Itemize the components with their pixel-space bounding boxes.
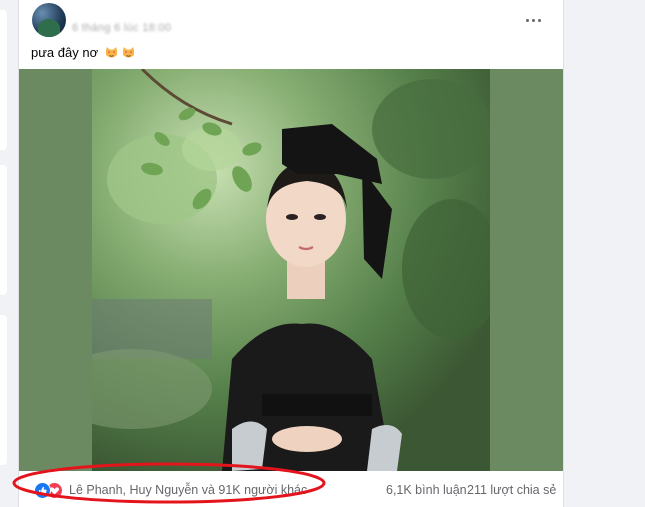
share-count[interactable]: 211 lượt chia sẻ [467,483,556,497]
reaction-names[interactable]: Lê Phanh, Huy Nguyễn và 91K người khác [69,483,307,497]
reactions-bar: Lê Phanh, Huy Nguyễn và 91K người khác 6… [19,471,563,507]
post-caption: pưa đây nơ [31,45,99,60]
rail-card [0,315,7,465]
avatar-figure [38,19,60,37]
post-text: pưa đây nơ [31,45,136,62]
author-avatar[interactable] [32,3,66,37]
post-photo[interactable] [92,69,490,471]
more-options-button[interactable] [523,10,543,30]
post-card: 6 tháng 6 lúc 18:00 pưa đây nơ Lê Phanh,… [18,0,564,507]
dot-icon [525,18,529,22]
left-rail [0,0,7,507]
rail-card [0,10,7,150]
cat-heart-eyes-icon [105,47,117,58]
reaction-icons[interactable] [34,482,64,499]
emoji-group [105,47,137,62]
photo-illustration [92,69,490,471]
rail-card [0,165,7,295]
like-reaction-icon [34,482,51,499]
photo-container[interactable] [19,69,563,471]
post-timestamp[interactable]: 6 tháng 6 lúc 18:00 [72,22,171,34]
dot-icon [531,18,535,22]
dot-icon [537,18,541,22]
cat-heart-eyes-icon [123,47,135,58]
comment-count[interactable]: 6,1K bình luận [386,483,467,497]
